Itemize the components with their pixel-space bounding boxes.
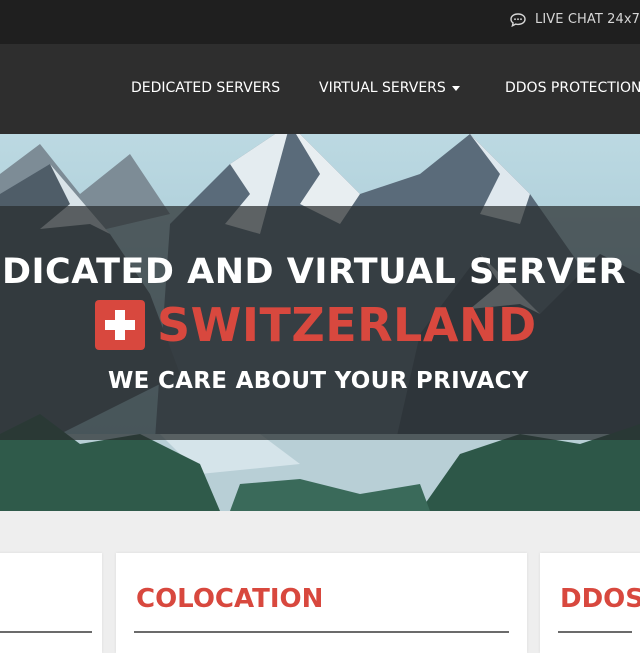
nav-item-label: VIRTUAL SERVERS: [319, 80, 446, 96]
card-divider: [0, 631, 92, 633]
card-title: COLOCATION: [136, 584, 324, 614]
hero-title: DEDICATED AND VIRTUAL SERVER HOSTING: [0, 252, 640, 292]
nav-item-label: DEDICATED SERVERS: [131, 80, 281, 96]
hero-country: SWITZERLAND: [95, 298, 537, 352]
top-bar: LIVE CHAT 24x7: [0, 0, 640, 44]
caret-down-icon: [451, 85, 460, 91]
nav-item-dedicated-servers[interactable]: DEDICATED SERVERS: [131, 80, 280, 96]
nav-item-label: DDOS PROTECTION: [505, 80, 640, 96]
card-title: DDOS: [560, 584, 640, 614]
card-divider: [134, 631, 509, 633]
service-card-ddos[interactable]: DDOS: [540, 553, 640, 653]
card-divider: [558, 631, 632, 633]
swiss-flag-icon: [95, 300, 145, 350]
service-card[interactable]: [0, 553, 102, 653]
hero-banner: DEDICATED AND VIRTUAL SERVER HOSTING SWI…: [0, 134, 640, 511]
country-name: SWITZERLAND: [157, 298, 537, 352]
hero-tagline: WE CARE ABOUT YOUR PRIVACY: [108, 368, 529, 394]
main-navigation: DEDICATED SERVERS VIRTUAL SERVERS DDOS P…: [0, 44, 640, 134]
live-chat-label: LIVE CHAT 24x7: [535, 12, 640, 27]
live-chat-link[interactable]: LIVE CHAT 24x7: [510, 12, 640, 27]
nav-item-virtual-servers[interactable]: VIRTUAL SERVERS: [319, 80, 460, 96]
service-card-colocation[interactable]: COLOCATION: [116, 553, 527, 653]
nav-item-ddos-protection[interactable]: DDOS PROTECTION: [505, 80, 640, 96]
chat-bubble-icon: [510, 12, 526, 27]
